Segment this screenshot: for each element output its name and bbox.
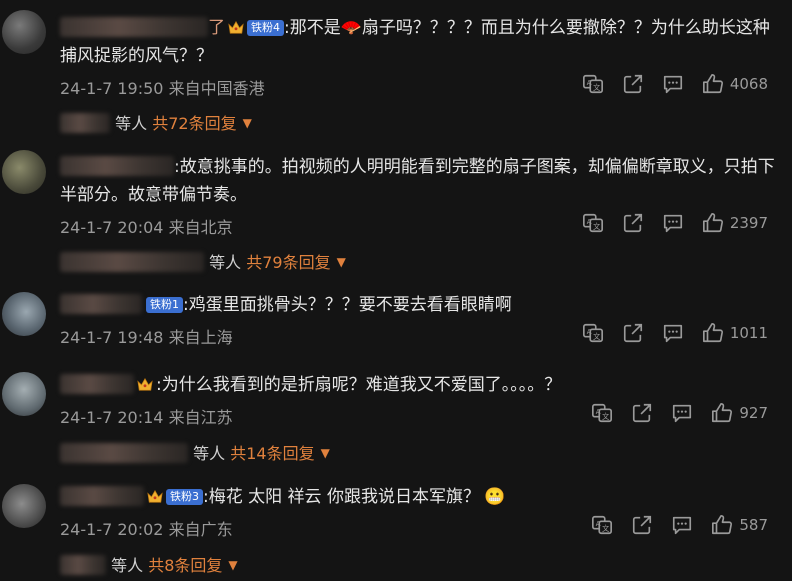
comment-date: 24-1-7 19:50 bbox=[60, 79, 164, 98]
replies-count[interactable]: 共8条回复 bbox=[148, 556, 222, 575]
comment-body: :那不是 bbox=[284, 18, 341, 38]
grimace-emoji: 😬 bbox=[483, 487, 506, 507]
comment-meta: 24-1-7 20:14 来自江苏 bbox=[60, 404, 233, 428]
fan-icon: 🪭 bbox=[340, 18, 362, 38]
comment-actions: 2397 bbox=[564, 210, 768, 236]
comment-icon[interactable] bbox=[662, 73, 684, 95]
share-icon[interactable] bbox=[622, 73, 644, 95]
comment-actions: 927 bbox=[573, 400, 768, 426]
replies-count[interactable]: 共14条回复 bbox=[230, 444, 314, 463]
comment-actions: 1011 bbox=[564, 320, 768, 346]
blurred-username[interactable] bbox=[60, 486, 144, 506]
crown-icon bbox=[227, 19, 245, 35]
blurred-replier bbox=[60, 555, 106, 575]
avatar[interactable] bbox=[2, 292, 46, 336]
share-icon[interactable] bbox=[622, 322, 644, 344]
comment-date: 24-1-7 19:48 bbox=[60, 328, 164, 347]
like-count: 4068 bbox=[729, 75, 768, 93]
comment-text: 铁粉1:鸡蛋里面挑骨头？？？要不要去看看眼睛啊 bbox=[60, 292, 512, 318]
share-icon[interactable] bbox=[631, 402, 653, 424]
comment-meta: 24-1-7 20:02 来自广东 bbox=[60, 516, 233, 540]
translate-icon[interactable] bbox=[591, 402, 613, 424]
crown-icon bbox=[146, 488, 164, 504]
comment-meta: 24-1-7 19:48 来自上海 bbox=[60, 324, 233, 348]
like-count: 587 bbox=[739, 516, 768, 534]
blurred-replier bbox=[60, 252, 204, 272]
share-icon[interactable] bbox=[622, 212, 644, 234]
comment-location: 来自江苏 bbox=[168, 408, 233, 427]
fan-badge[interactable]: 铁粉3 bbox=[166, 489, 203, 505]
replies-toggle[interactable]: 等人 共72条回复 ▼ bbox=[60, 110, 252, 134]
comment-text: :为什么我看到的是折扇呢？难道我又不爱国了。。。。？ bbox=[60, 372, 561, 398]
comment-date: 24-1-7 20:02 bbox=[60, 520, 164, 539]
comment-text-line2: 半部分。故意带偏节奏。 bbox=[60, 185, 247, 205]
comment-location: 来自中国香港 bbox=[168, 79, 265, 98]
like-count: 1011 bbox=[729, 324, 768, 342]
translate-icon[interactable] bbox=[582, 73, 604, 95]
username-tail[interactable]: 了 bbox=[208, 18, 225, 38]
chevron-down-icon[interactable]: ▼ bbox=[228, 558, 237, 572]
chevron-down-icon[interactable]: ▼ bbox=[321, 446, 330, 460]
blurred-username[interactable] bbox=[60, 294, 142, 314]
replies-prefix: 等人 bbox=[193, 444, 226, 463]
like-count: 2397 bbox=[729, 214, 768, 232]
replies-prefix: 等人 bbox=[111, 556, 144, 575]
fan-badge[interactable]: 铁粉4 bbox=[247, 20, 284, 36]
comment-text: 了 铁粉4:那不是🪭扇子吗？？？？而且为什么要撤除？？为什么助长这种 bbox=[60, 15, 770, 41]
comment-text: 铁粉3:梅花 太阳 祥云 你跟我说日本军旗？ 😬 bbox=[60, 484, 505, 510]
avatar[interactable] bbox=[2, 484, 46, 528]
replies-toggle[interactable]: 等人 共14条回复 ▼ bbox=[60, 440, 330, 464]
comment-body: :为什么我看到的是折扇呢？难道我又不爱国了。。。。？ bbox=[156, 375, 562, 395]
fan-badge[interactable]: 铁粉1 bbox=[146, 297, 183, 313]
comment-date: 24-1-7 20:14 bbox=[60, 408, 164, 427]
replies-toggle[interactable]: 等人 共79条回复 ▼ bbox=[60, 249, 346, 273]
comment-actions: 587 bbox=[573, 512, 768, 538]
comment-meta: 24-1-7 20:04 来自北京 bbox=[60, 214, 233, 238]
like-icon[interactable] bbox=[711, 514, 733, 536]
replies-prefix: 等人 bbox=[209, 253, 242, 272]
blurred-replier bbox=[60, 113, 110, 133]
comment-icon[interactable] bbox=[662, 212, 684, 234]
comment-body: :梅花 太阳 祥云 你跟我说日本军旗？ bbox=[203, 487, 480, 507]
comment-icon[interactable] bbox=[671, 402, 693, 424]
translate-icon[interactable] bbox=[582, 322, 604, 344]
comment-body: :鸡蛋里面挑骨头？？？要不要去看看眼睛啊 bbox=[183, 295, 512, 315]
blurred-username[interactable] bbox=[60, 374, 134, 394]
comment-location: 来自广东 bbox=[168, 520, 233, 539]
translate-icon[interactable] bbox=[591, 514, 613, 536]
blurred-replier bbox=[60, 443, 188, 463]
replies-count[interactable]: 共79条回复 bbox=[246, 253, 330, 272]
replies-count[interactable]: 共72条回复 bbox=[152, 114, 236, 133]
comment-body: :故意挑事的。拍视频的人明明能看到完整的扇子图案，却偏偏断章取义，只拍下 bbox=[174, 157, 775, 177]
blurred-username[interactable] bbox=[60, 156, 174, 176]
avatar[interactable] bbox=[2, 372, 46, 416]
avatar[interactable] bbox=[2, 150, 46, 194]
comment-location: 来自上海 bbox=[168, 328, 233, 347]
replies-toggle[interactable]: 等人 共8条回复 ▼ bbox=[60, 552, 238, 576]
crown-icon bbox=[136, 376, 154, 392]
chevron-down-icon[interactable]: ▼ bbox=[337, 255, 346, 269]
comment-body-cont: 扇子吗？？？？而且为什么要撤除？？为什么助长这种 bbox=[361, 18, 770, 38]
comment-icon[interactable] bbox=[662, 322, 684, 344]
like-count: 927 bbox=[739, 404, 768, 422]
comment-meta: 24-1-7 19:50 来自中国香港 bbox=[60, 75, 265, 99]
comment-text: :故意挑事的。拍视频的人明明能看到完整的扇子图案，却偏偏断章取义，只拍下 bbox=[60, 154, 775, 180]
comment-location: 来自北京 bbox=[168, 218, 233, 237]
share-icon[interactable] bbox=[631, 514, 653, 536]
chevron-down-icon[interactable]: ▼ bbox=[243, 116, 252, 130]
like-icon[interactable] bbox=[702, 322, 724, 344]
blurred-username[interactable] bbox=[60, 17, 208, 37]
like-icon[interactable] bbox=[702, 212, 724, 234]
comment-actions: 4068 bbox=[564, 71, 768, 97]
avatar[interactable] bbox=[2, 10, 46, 54]
comment-date: 24-1-7 20:04 bbox=[60, 218, 164, 237]
translate-icon[interactable] bbox=[582, 212, 604, 234]
comment-icon[interactable] bbox=[671, 514, 693, 536]
comment-text-line2: 捕风捉影的风气？？ bbox=[60, 46, 213, 66]
like-icon[interactable] bbox=[702, 73, 724, 95]
replies-prefix: 等人 bbox=[115, 114, 148, 133]
like-icon[interactable] bbox=[711, 402, 733, 424]
